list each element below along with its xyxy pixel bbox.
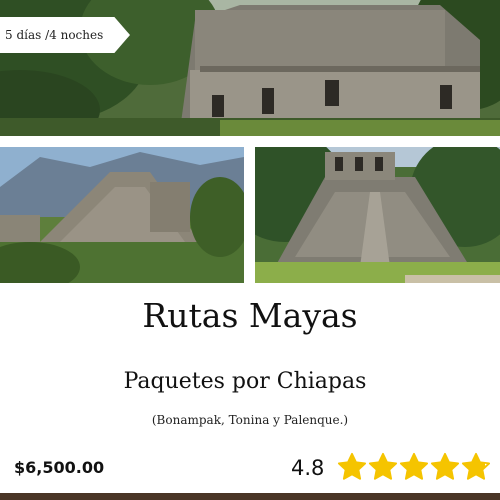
star-icon <box>368 452 398 480</box>
bottom-bar <box>0 493 500 500</box>
star-icon <box>430 452 460 480</box>
rating-stars <box>337 452 491 484</box>
photo-palenque <box>255 147 500 283</box>
tour-subtitle: Paquetes por Chiapas <box>123 369 367 394</box>
star-icon <box>337 452 367 480</box>
photo-tonina <box>0 147 244 283</box>
star-icon <box>399 452 429 480</box>
duration-badge: 5 días /4 noches <box>0 17 130 53</box>
tour-title: Rutas Mayas <box>142 296 358 335</box>
star-half-icon <box>461 452 491 480</box>
tour-places: (Bonampak, Tonina y Palenque.) <box>151 413 349 427</box>
price-label: $6,500.00 <box>14 458 105 477</box>
rating-value: 4.8 <box>291 456 325 480</box>
